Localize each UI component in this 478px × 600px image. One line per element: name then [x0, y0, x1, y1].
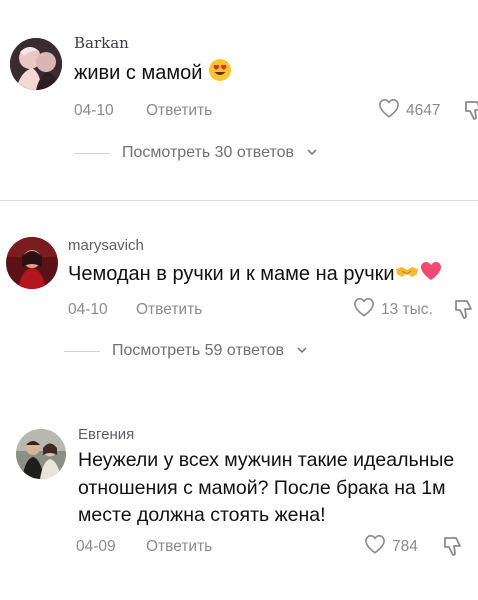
comment-username[interactable]: marysavich — [68, 237, 144, 254]
like-button[interactable]: 784 — [364, 534, 418, 559]
replies-divider-line — [74, 152, 110, 154]
comment-text: Чемодан в ручки и к маме на ручки — [68, 259, 443, 291]
heart-outline-icon — [378, 98, 400, 123]
pink-heart-emoji-icon — [419, 259, 443, 291]
comment-date: 04-10 — [68, 301, 108, 318]
heart-eyes-emoji-icon — [208, 58, 232, 90]
view-replies-label: Посмотреть 30 ответов — [122, 144, 294, 161]
view-replies-button[interactable]: Посмотреть 30 ответов — [74, 144, 318, 162]
like-count: 784 — [392, 537, 418, 555]
chevron-down-icon — [306, 144, 318, 162]
comment-username[interactable]: Barkan — [74, 34, 129, 52]
like-button[interactable]: 4647 — [378, 98, 440, 123]
dislike-button[interactable] — [452, 298, 474, 325]
dislike-button[interactable] — [462, 99, 478, 126]
comment-item: marysavich Чемодан в ручки и к маме на р… — [0, 201, 478, 401]
avatar[interactable] — [6, 237, 58, 289]
comment-text: живи с мамой — [74, 58, 232, 90]
comment-item: Евгения Неужели у всех мужчин такие идеа… — [0, 401, 478, 600]
thumbs-down-outline-icon — [444, 537, 461, 556]
dislike-button[interactable] — [441, 535, 463, 562]
thumbs-down-outline-icon — [465, 101, 478, 120]
avatar[interactable] — [10, 38, 62, 90]
view-replies-button[interactable]: Посмотреть 59 ответов — [64, 342, 308, 360]
view-replies-label: Посмотреть 59 ответов — [112, 342, 284, 359]
like-button[interactable]: 13 тыс. — [353, 297, 433, 322]
comment-item: Barkan живи с мамой 04-10 Ответить 4647 … — [0, 0, 478, 200]
comment-date: 04-09 — [76, 538, 116, 555]
replies-divider-line — [64, 350, 100, 352]
reply-button[interactable]: Ответить — [136, 301, 202, 319]
handshake-emoji-icon — [395, 259, 419, 291]
heart-outline-icon — [353, 297, 375, 322]
heart-outline-icon — [364, 534, 386, 559]
thumbs-down-outline-icon — [455, 300, 472, 319]
comment-text: Неужели у всех мужчин такие идеальные от… — [78, 449, 455, 526]
chevron-down-icon — [296, 342, 308, 360]
comment-text-content: живи с мамой — [74, 62, 203, 84]
avatar[interactable] — [16, 429, 66, 479]
comment-date: 04-10 — [74, 102, 114, 119]
comment-text-content: Чемодан в ручки и к маме на ручки — [68, 263, 395, 285]
reply-button[interactable]: Ответить — [146, 102, 212, 120]
reply-button[interactable]: Ответить — [146, 538, 212, 556]
like-count: 13 тыс. — [381, 300, 433, 318]
like-count: 4647 — [406, 101, 441, 119]
comment-username[interactable]: Евгения — [78, 426, 134, 443]
